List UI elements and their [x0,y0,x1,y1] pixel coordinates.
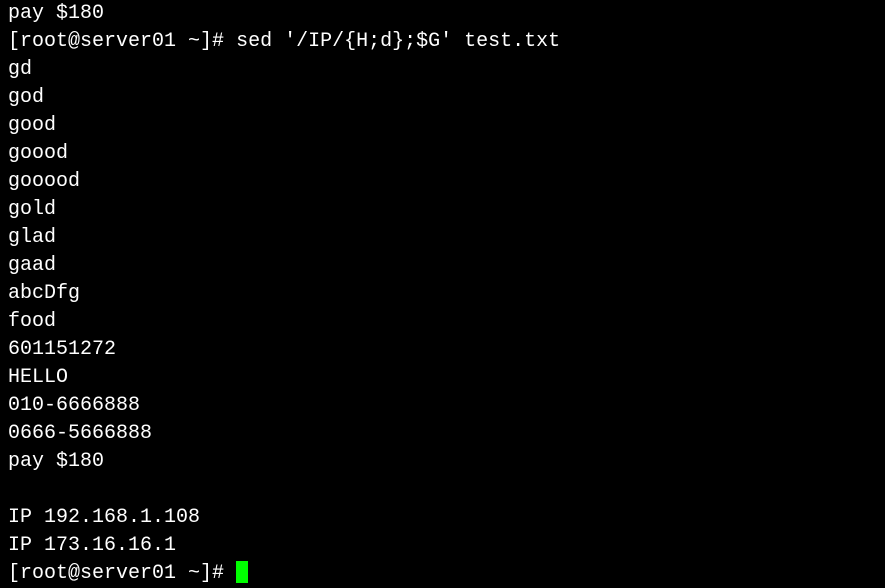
output-line: pay $180 [8,448,877,476]
command-text: sed '/IP/{H;d};$G' test.txt [236,30,560,53]
output-line: IP 192.168.1.108 [8,504,877,532]
cursor-block [236,561,248,583]
output-line: 0666-5666888 [8,420,877,448]
output-line: 601151272 [8,336,877,364]
output-line: abcDfg [8,280,877,308]
output-line: god [8,84,877,112]
output-line: gold [8,196,877,224]
output-line: 010-6666888 [8,392,877,420]
terminal-window[interactable]: pay $180 [root@server01 ~]# sed '/IP/{H;… [0,0,885,588]
output-line: glad [8,224,877,252]
output-line: IP 173.16.16.1 [8,532,877,560]
output-line: gaad [8,252,877,280]
prompt-end: ]# [200,30,236,53]
output-line: HELLO [8,364,877,392]
prompt-user-host: [root@server01 [8,562,188,585]
prompt-user-host: [root@server01 [8,30,188,53]
prompt-end: ]# [200,562,236,585]
prompt-path: ~ [188,562,200,585]
output-line: goood [8,140,877,168]
output-line: good [8,112,877,140]
prompt-line-1: [root@server01 ~]# sed '/IP/{H;d};$G' te… [8,28,877,56]
output-line-blank [8,476,877,504]
output-line: gd [8,56,877,84]
output-line: food [8,308,877,336]
prompt-line-2[interactable]: [root@server01 ~]# [8,560,877,588]
output-line: gooood [8,168,877,196]
output-line-partial: pay $180 [8,0,877,28]
prompt-path: ~ [188,30,200,53]
